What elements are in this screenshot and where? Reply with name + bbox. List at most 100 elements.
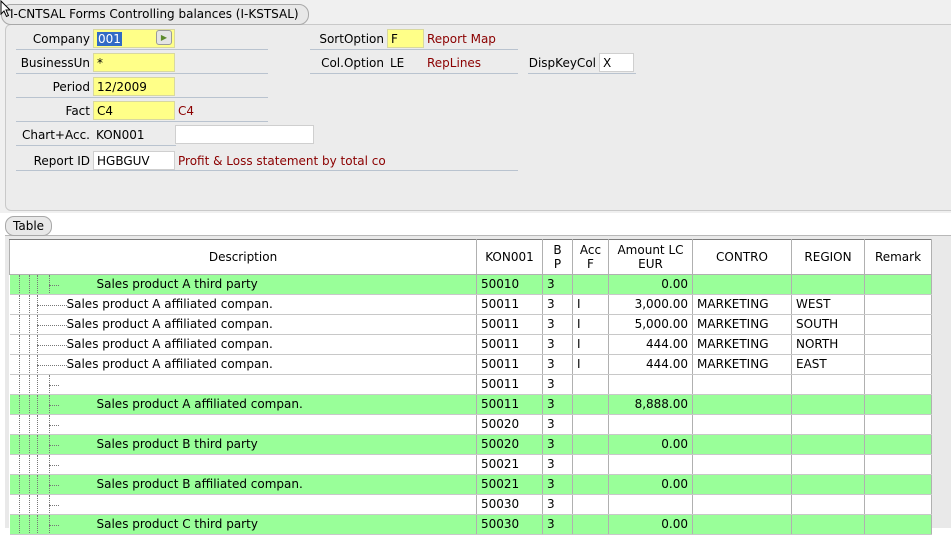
cell-region[interactable] bbox=[791, 374, 865, 395]
table-row[interactable]: Sales product A affiliated compan. 50011 3… bbox=[9, 294, 932, 315]
cell-acc[interactable] bbox=[572, 494, 609, 515]
cell-kon[interactable]: 50020 bbox=[476, 434, 543, 455]
cell-bp[interactable]: 3 bbox=[542, 434, 573, 455]
table-row[interactable]: Sales product A affiliated compan. 50011 3… bbox=[9, 314, 932, 335]
table-row[interactable]: Sales product B third party 50020 3 0.00 bbox=[9, 434, 932, 455]
cell-description[interactable]: Sales product A affiliated compan. bbox=[9, 314, 477, 335]
cell-amount[interactable]: 0.00 bbox=[608, 514, 693, 535]
cell-contro[interactable]: MARKETING bbox=[692, 294, 792, 315]
period-field[interactable]: 12/2009 bbox=[93, 77, 175, 96]
cell-kon[interactable]: 50011 bbox=[476, 394, 543, 415]
cell-contro[interactable] bbox=[692, 394, 792, 415]
cell-amount[interactable] bbox=[608, 454, 693, 475]
cell-description[interactable] bbox=[9, 414, 477, 435]
cell-acc[interactable] bbox=[572, 374, 609, 395]
table-row[interactable]: Sales product B affiliated compan. 50021 3… bbox=[9, 474, 932, 495]
table-row[interactable]: Sales product A affiliated compan. 50011 3… bbox=[9, 394, 932, 415]
cell-description[interactable]: Sales product B third party bbox=[9, 434, 477, 455]
cell-acc[interactable] bbox=[572, 474, 609, 495]
cell-kon[interactable]: 50020 bbox=[476, 414, 543, 435]
cell-remark[interactable] bbox=[864, 514, 932, 535]
cell-acc[interactable] bbox=[572, 514, 609, 535]
cell-description[interactable] bbox=[9, 494, 477, 515]
cell-remark[interactable] bbox=[864, 294, 932, 315]
cell-contro[interactable]: MARKETING bbox=[692, 354, 792, 375]
cell-bp[interactable]: 3 bbox=[542, 374, 573, 395]
cell-kon[interactable]: 50030 bbox=[476, 514, 543, 535]
cell-description[interactable] bbox=[9, 454, 477, 475]
cell-amount[interactable] bbox=[608, 374, 693, 395]
cell-remark[interactable] bbox=[864, 314, 932, 335]
cell-amount[interactable]: 5,000.00 bbox=[608, 314, 693, 335]
cell-amount[interactable]: 3,000.00 bbox=[608, 294, 693, 315]
table-row[interactable]: 50011 3 bbox=[9, 374, 932, 395]
cell-kon[interactable]: 50030 bbox=[476, 494, 543, 515]
tab-table[interactable]: Table bbox=[5, 216, 53, 236]
table-row[interactable]: Sales product A affiliated compan. 50011 3… bbox=[9, 334, 932, 355]
cell-kon[interactable]: 50021 bbox=[476, 474, 543, 495]
table-row[interactable]: Sales product A third party 50010 3 0.00 bbox=[9, 274, 932, 295]
column-header-kon001[interactable]: KON001 bbox=[476, 239, 543, 275]
cell-acc[interactable]: I bbox=[572, 334, 609, 355]
cell-contro[interactable] bbox=[692, 434, 792, 455]
table-row[interactable]: 50021 3 bbox=[9, 454, 932, 475]
cell-amount[interactable]: 444.00 bbox=[608, 354, 693, 375]
cell-description[interactable]: Sales product A affiliated compan. bbox=[9, 394, 477, 415]
cell-amount[interactable]: 0.00 bbox=[608, 434, 693, 455]
table-row[interactable]: Sales product A affiliated compan. 50011 3… bbox=[9, 354, 932, 375]
cell-bp[interactable]: 3 bbox=[542, 294, 573, 315]
cell-contro[interactable]: MARKETING bbox=[692, 314, 792, 335]
cell-kon[interactable]: 50011 bbox=[476, 334, 543, 355]
cell-bp[interactable]: 3 bbox=[542, 334, 573, 355]
cell-bp[interactable]: 3 bbox=[542, 274, 573, 295]
cell-amount[interactable] bbox=[608, 414, 693, 435]
column-header-bp[interactable]: BP bbox=[542, 239, 573, 275]
cell-acc[interactable] bbox=[572, 274, 609, 295]
cell-contro[interactable] bbox=[692, 474, 792, 495]
table-row[interactable]: 50030 3 bbox=[9, 494, 932, 515]
cell-remark[interactable] bbox=[864, 474, 932, 495]
table-row[interactable]: 50020 3 bbox=[9, 414, 932, 435]
cell-acc[interactable] bbox=[572, 394, 609, 415]
cell-acc[interactable] bbox=[572, 434, 609, 455]
business-unit-field[interactable]: * bbox=[93, 53, 175, 72]
cell-region[interactable] bbox=[791, 274, 865, 295]
cell-bp[interactable]: 3 bbox=[542, 314, 573, 335]
cell-acc[interactable]: I bbox=[572, 294, 609, 315]
cell-contro[interactable] bbox=[692, 454, 792, 475]
cell-amount[interactable]: 0.00 bbox=[608, 474, 693, 495]
cell-bp[interactable]: 3 bbox=[542, 474, 573, 495]
cell-description[interactable]: Sales product A third party bbox=[9, 274, 477, 295]
cell-kon[interactable]: 50011 bbox=[476, 354, 543, 375]
cell-kon[interactable]: 50011 bbox=[476, 294, 543, 315]
cell-bp[interactable]: 3 bbox=[542, 454, 573, 475]
cell-kon[interactable]: 50021 bbox=[476, 454, 543, 475]
cell-region[interactable]: NORTH bbox=[791, 334, 865, 355]
cell-amount[interactable] bbox=[608, 494, 693, 515]
cell-remark[interactable] bbox=[864, 414, 932, 435]
column-header-remark[interactable]: Remark bbox=[864, 239, 932, 275]
cell-contro[interactable]: MARKETING bbox=[692, 334, 792, 355]
cell-kon[interactable]: 50011 bbox=[476, 314, 543, 335]
cell-bp[interactable]: 3 bbox=[542, 414, 573, 435]
cell-kon[interactable]: 50010 bbox=[476, 274, 543, 295]
cell-region[interactable] bbox=[791, 514, 865, 535]
cell-remark[interactable] bbox=[864, 374, 932, 395]
cell-description[interactable]: Sales product C third party bbox=[9, 514, 477, 535]
cell-region[interactable] bbox=[791, 434, 865, 455]
column-header-description[interactable]: Description bbox=[9, 239, 477, 275]
cell-region[interactable] bbox=[791, 394, 865, 415]
cell-description[interactable]: Sales product A affiliated compan. bbox=[9, 294, 477, 315]
fact-field[interactable]: C4 bbox=[93, 101, 175, 120]
company-lookup-button[interactable]: ▶ bbox=[156, 30, 172, 45]
cell-remark[interactable] bbox=[864, 454, 932, 475]
cell-region[interactable] bbox=[791, 414, 865, 435]
cell-bp[interactable]: 3 bbox=[542, 394, 573, 415]
cell-kon[interactable]: 50011 bbox=[476, 374, 543, 395]
window-title-tab[interactable]: I-CNTSAL Forms Controlling balances (I-K… bbox=[1, 4, 309, 25]
disp-key-col-field[interactable]: X bbox=[599, 53, 634, 72]
cell-description[interactable] bbox=[9, 374, 477, 395]
cell-bp[interactable]: 3 bbox=[542, 494, 573, 515]
cell-region[interactable] bbox=[791, 474, 865, 495]
cell-bp[interactable]: 3 bbox=[542, 354, 573, 375]
